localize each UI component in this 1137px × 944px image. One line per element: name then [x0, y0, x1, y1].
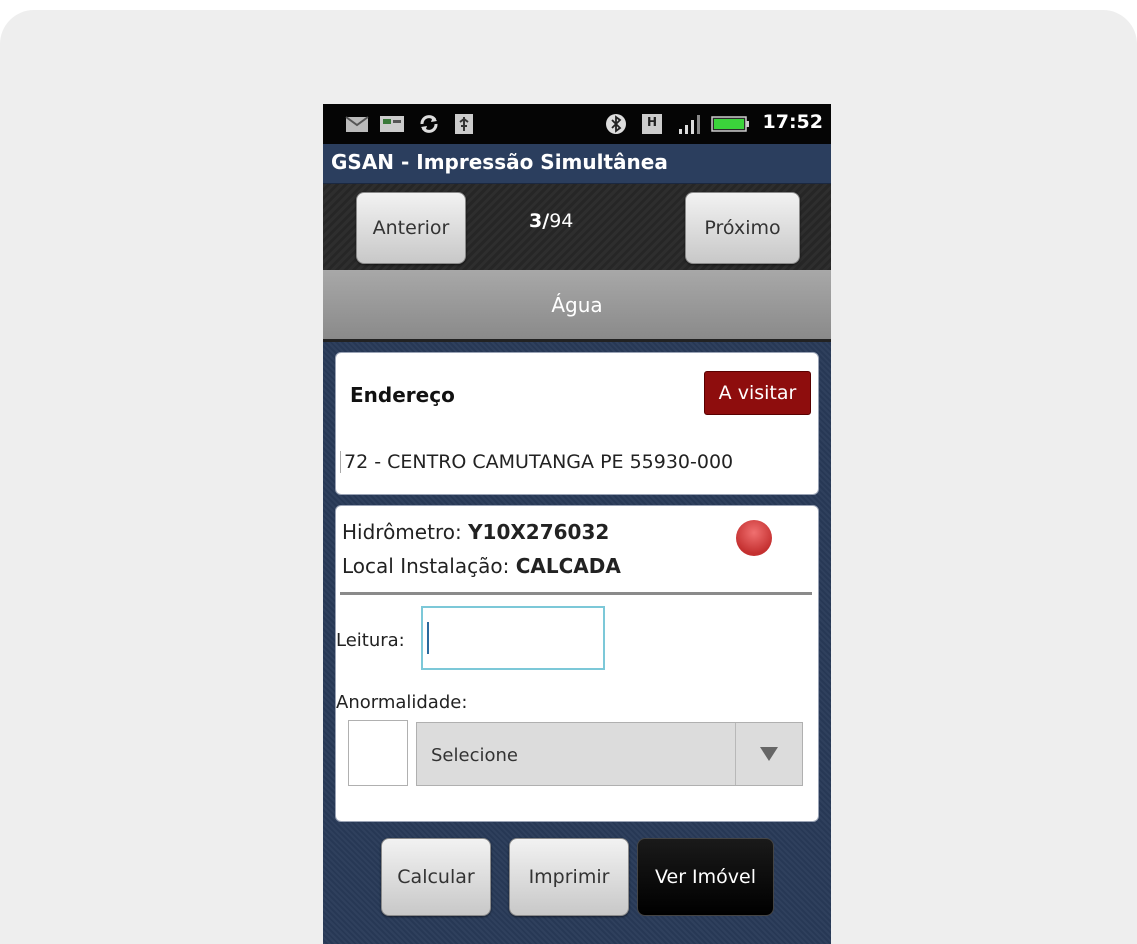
anomaly-code-box[interactable]	[348, 720, 408, 786]
mail-icon	[345, 116, 369, 132]
text-cursor	[427, 622, 429, 654]
screenshot-icon	[380, 116, 404, 132]
view-property-button[interactable]: Ver Imóvel	[637, 838, 774, 916]
meter-label: Hidrômetro:	[342, 520, 469, 544]
print-button[interactable]: Imprimir	[509, 838, 629, 916]
signal-icon	[679, 115, 700, 134]
calculate-button[interactable]: Calcular	[381, 838, 491, 916]
installation-label: Local Instalação:	[342, 554, 516, 578]
h-data-icon: H	[642, 114, 662, 134]
record-counter: 3/94	[529, 210, 573, 232]
usb-icon	[455, 114, 473, 134]
address-heading: Endereço	[350, 383, 455, 407]
anomaly-label: Anormalidade:	[336, 692, 468, 713]
current-record: 3	[529, 210, 543, 232]
triangle-down-icon	[760, 747, 778, 761]
visit-status-badge[interactable]: A visitar	[704, 371, 811, 415]
divider	[340, 592, 812, 595]
meter-info: Hidrômetro: Y10X276032	[342, 520, 609, 544]
installation-info: Local Instalação: CALCADA	[342, 554, 621, 578]
reading-label: Leitura:	[336, 630, 405, 651]
sync-icon	[420, 115, 438, 133]
anomaly-selected-value: Selecione	[431, 745, 518, 766]
reading-input[interactable]	[421, 606, 605, 670]
meter-panel: Hidrômetro: Y10X276032 Local Instalação:…	[335, 505, 819, 822]
previous-button[interactable]: Anterior	[356, 192, 466, 264]
meter-status-dot	[736, 520, 772, 556]
address-panel: Endereço A visitar 72 - CENTRO CAMUTANGA…	[335, 352, 819, 495]
total-records: 94	[549, 210, 574, 232]
installation-value: CALCADA	[515, 554, 621, 578]
status-bar: H 17:52	[323, 104, 831, 144]
clock: 17:52	[762, 111, 823, 133]
record-navigation-bar: Anterior 3/94 Próximo	[323, 184, 831, 270]
section-title: Água	[323, 270, 831, 342]
address-text: 72 - CENTRO CAMUTANGA PE 55930-000	[340, 451, 733, 473]
dropdown-toggle[interactable]	[735, 723, 802, 785]
svg-text:H: H	[647, 115, 657, 129]
next-button[interactable]: Próximo	[685, 192, 800, 264]
app-title: GSAN - Impressão Simultânea	[323, 144, 831, 184]
battery-icon	[711, 116, 749, 132]
phone-screen: H 17:52 GSAN - Impressão Simultânea Ante…	[323, 104, 831, 944]
meter-number: Y10X276032	[468, 520, 610, 544]
anomaly-select[interactable]: Selecione	[416, 722, 803, 786]
bluetooth-icon	[606, 114, 626, 134]
